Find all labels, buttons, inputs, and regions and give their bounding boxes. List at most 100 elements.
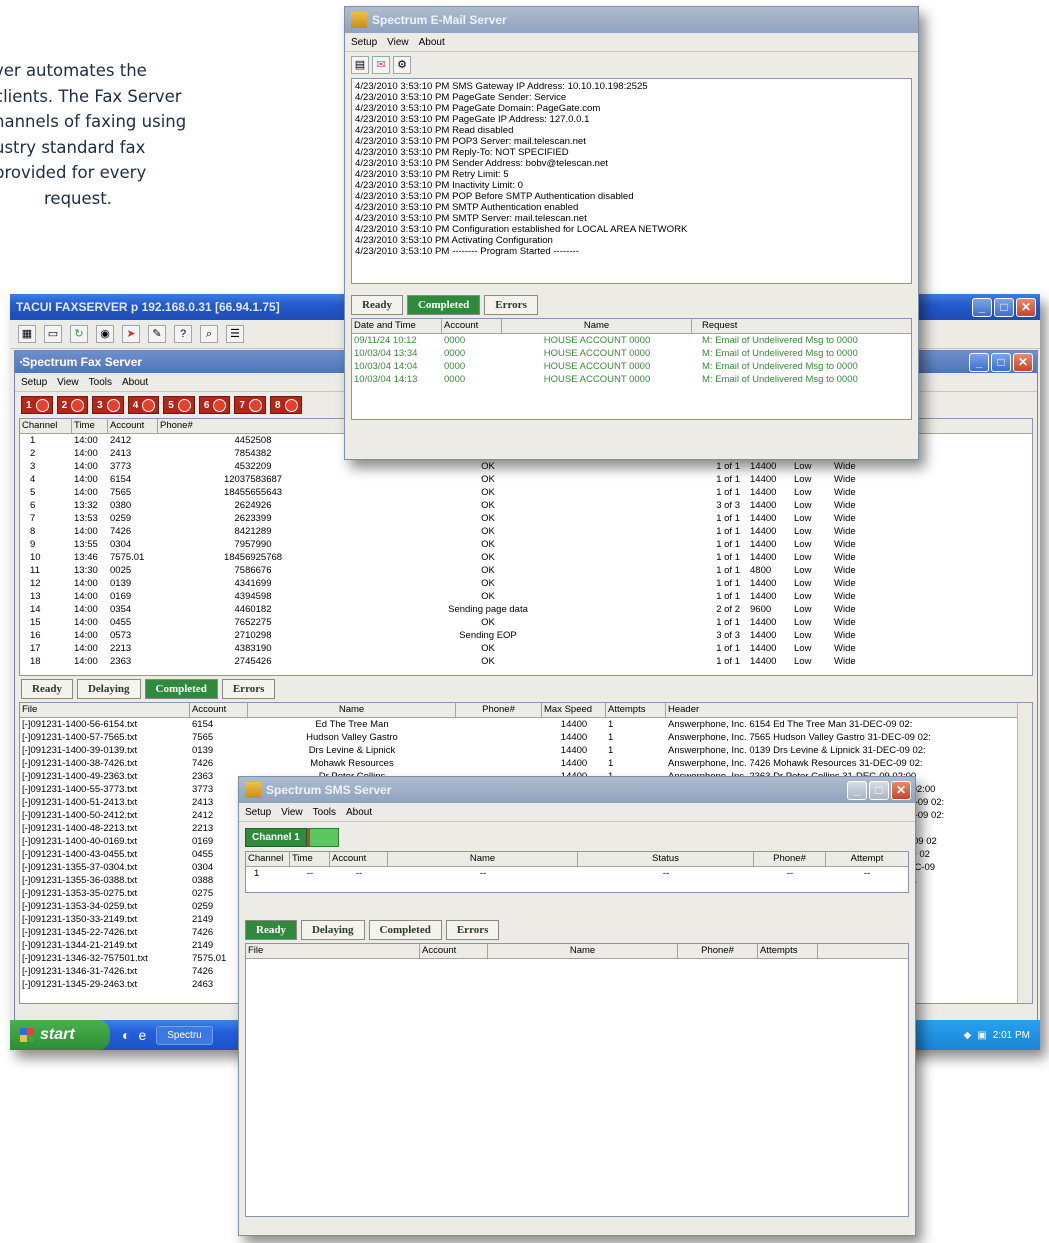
- close-button[interactable]: ✕: [891, 780, 911, 800]
- tray-icon[interactable]: ◆: [964, 1030, 972, 1041]
- column-header[interactable]: Phone#: [754, 852, 826, 866]
- tab-delaying[interactable]: Delaying: [76, 679, 141, 699]
- tab-errors[interactable]: Errors: [445, 920, 500, 940]
- tab-ready[interactable]: Ready: [21, 679, 73, 699]
- menu-setup[interactable]: Setup: [245, 807, 271, 818]
- minimize-button[interactable]: _: [969, 352, 989, 372]
- table-row[interactable]: 13 14:00 0169 4394598 OK 1 of 1 14400 Low Wide: [20, 590, 1032, 603]
- table-row[interactable]: [-]091231-1400-56-6154.txt 6154 Ed The Tre…: [20, 718, 1032, 731]
- tray-icon[interactable]: ▣: [977, 1030, 986, 1041]
- table-row[interactable]: 4 14:00 6154 12037583687 OK 1 of 1 14400 Low Wid…: [20, 473, 1032, 486]
- column-header[interactable]: File: [20, 703, 190, 717]
- table-row[interactable]: [-]091231-1400-39-0139.txt 0139 Drs Levine…: [20, 744, 1032, 757]
- envelope-icon[interactable]: ✉: [372, 56, 390, 74]
- column-header[interactable]: Channel: [246, 852, 290, 866]
- table-row[interactable]: 3 14:00 3773 4532209 OK 1 of 1 14400 Low Wide: [20, 460, 1032, 473]
- channel-button[interactable]: 7: [234, 396, 266, 414]
- column-header[interactable]: Header: [666, 703, 1032, 717]
- menu-tools[interactable]: Tools: [89, 377, 112, 388]
- column-header[interactable]: Account: [190, 703, 248, 717]
- column-header[interactable]: Account: [442, 319, 502, 333]
- channel-button[interactable]: 6: [198, 396, 231, 414]
- column-header[interactable]: Date and Time: [352, 319, 442, 333]
- column-header[interactable]: Name: [388, 852, 578, 866]
- channel-button[interactable]: 2: [56, 396, 89, 414]
- table-row[interactable]: 18 14:00 2363 2745426 OK 1 of 1 14400 Low Wide: [20, 655, 1032, 668]
- channel-button[interactable]: 4: [127, 396, 160, 414]
- channel-button[interactable]: Channel 1: [245, 828, 307, 847]
- channel-button[interactable]: 1: [21, 396, 53, 414]
- tab-completed[interactable]: Completed: [144, 679, 218, 699]
- table-row[interactable]: 10/03/04 13:34 0000 HOUSE ACCOUNT 0000 M: E…: [352, 347, 911, 360]
- column-header[interactable]: Max Speed: [542, 703, 606, 717]
- table-row[interactable]: 16 14:00 0573 2710298 Sending EOP 3 of 3 14400…: [20, 629, 1032, 642]
- table-row[interactable]: 7 13:53 0259 2623399 OK 1 of 1 14400 Low Wide: [20, 512, 1032, 525]
- menu-view[interactable]: View: [281, 807, 303, 818]
- column-header[interactable]: Request: [692, 319, 911, 333]
- table-row[interactable]: 14 14:00 0354 4460182 Sending page data 2 of …: [20, 603, 1032, 616]
- column-header[interactable]: Name: [502, 319, 692, 333]
- table-row[interactable]: 5 14:00 7565 18455655643 OK 1 of 1 14400 Low Wid…: [20, 486, 1032, 499]
- menu-view[interactable]: View: [387, 37, 409, 48]
- table-row[interactable]: 10 13:46 7575.01 18456925768 OK 1 of 1 14400 Lo…: [20, 551, 1032, 564]
- column-header[interactable]: Channel: [20, 419, 72, 433]
- menu-about[interactable]: About: [346, 807, 372, 818]
- arrow-icon[interactable]: ➤: [122, 325, 140, 343]
- tab-completed[interactable]: Completed: [406, 295, 481, 315]
- column-header[interactable]: Time: [72, 419, 108, 433]
- refresh-icon[interactable]: ↻: [70, 325, 88, 343]
- menu-view[interactable]: View: [57, 377, 79, 388]
- close-button[interactable]: ✕: [1016, 297, 1036, 317]
- grid-icon[interactable]: ▦: [18, 325, 36, 343]
- menu-about[interactable]: About: [122, 377, 148, 388]
- document-icon[interactable]: ▤: [351, 56, 369, 74]
- tab-completed[interactable]: Completed: [368, 920, 442, 940]
- column-header[interactable]: Name: [248, 703, 456, 717]
- menu-about[interactable]: About: [419, 37, 445, 48]
- search-icon[interactable]: ⌕: [200, 325, 218, 343]
- table-row[interactable]: 09/11/24 10:12 0000 HOUSE ACCOUNT 0000 M: E…: [352, 334, 911, 347]
- maximize-button[interactable]: □: [869, 780, 889, 800]
- table-row[interactable]: 12 14:00 0139 4341699 OK 1 of 1 14400 Low Wide: [20, 577, 1032, 590]
- column-header[interactable]: Name: [488, 944, 678, 958]
- column-header[interactable]: Phone#: [456, 703, 542, 717]
- column-header[interactable]: Attempt: [826, 852, 908, 866]
- tab-ready[interactable]: Ready: [245, 920, 297, 940]
- column-header[interactable]: Account: [420, 944, 488, 958]
- tab-ready[interactable]: Ready: [351, 295, 403, 315]
- column-header[interactable]: Account: [108, 419, 158, 433]
- tab-errors[interactable]: Errors: [484, 295, 538, 315]
- vertical-scrollbar[interactable]: [1017, 703, 1032, 1003]
- minimize-button[interactable]: _: [847, 780, 867, 800]
- table-row[interactable]: 11 13:30 0025 7586676 OK 1 of 1 4800 Low Wide: [20, 564, 1032, 577]
- list-icon[interactable]: ☰: [226, 325, 244, 343]
- column-header[interactable]: File: [246, 944, 420, 958]
- table-row[interactable]: 8 14:00 7426 8421289 OK 1 of 1 14400 Low Wide: [20, 525, 1032, 538]
- table-row[interactable]: 10/03/04 14:13 0000 HOUSE ACCOUNT 0000 M: E…: [352, 373, 911, 386]
- maximize-button[interactable]: □: [994, 297, 1014, 317]
- table-row[interactable]: 17 14:00 2213 4383190 OK 1 of 1 14400 Low Wide: [20, 642, 1032, 655]
- column-header[interactable]: Attempts: [606, 703, 666, 717]
- settings-icon[interactable]: ⚙: [393, 56, 411, 74]
- channel-button[interactable]: 3: [92, 396, 124, 414]
- taskbar-item[interactable]: Spectru: [156, 1025, 213, 1045]
- column-header[interactable]: Attempts: [758, 944, 818, 958]
- column-header[interactable]: Status: [578, 852, 754, 866]
- channel-button[interactable]: 8: [269, 396, 302, 414]
- minimize-button[interactable]: _: [972, 297, 992, 317]
- quicklaunch-icon[interactable]: ◐: [122, 1027, 130, 1043]
- table-row[interactable]: 1 -- -- -- -- -- --: [246, 867, 908, 880]
- channel-button[interactable]: 5: [163, 396, 195, 414]
- settings-icon[interactable]: ◉: [96, 325, 114, 343]
- menu-setup[interactable]: Setup: [351, 37, 377, 48]
- maximize-button[interactable]: □: [991, 352, 1011, 372]
- table-row[interactable]: [-]091231-1400-57-7565.txt 7565 Hudson Val…: [20, 731, 1032, 744]
- monitor-icon[interactable]: ▭: [44, 325, 62, 343]
- table-row[interactable]: 15 14:00 0455 7652275 OK 1 of 1 14400 Low Wide: [20, 616, 1032, 629]
- tools-icon[interactable]: ✎: [148, 325, 166, 343]
- table-row[interactable]: 6 13:32 0380 2624926 OK 3 of 3 14400 Low Wide: [20, 499, 1032, 512]
- column-header[interactable]: Time: [290, 852, 330, 866]
- table-row[interactable]: 10/03/04 14:04 0000 HOUSE ACCOUNT 0000 M: E…: [352, 360, 911, 373]
- close-button[interactable]: ✕: [1013, 352, 1033, 372]
- column-header[interactable]: Phone#: [158, 419, 348, 433]
